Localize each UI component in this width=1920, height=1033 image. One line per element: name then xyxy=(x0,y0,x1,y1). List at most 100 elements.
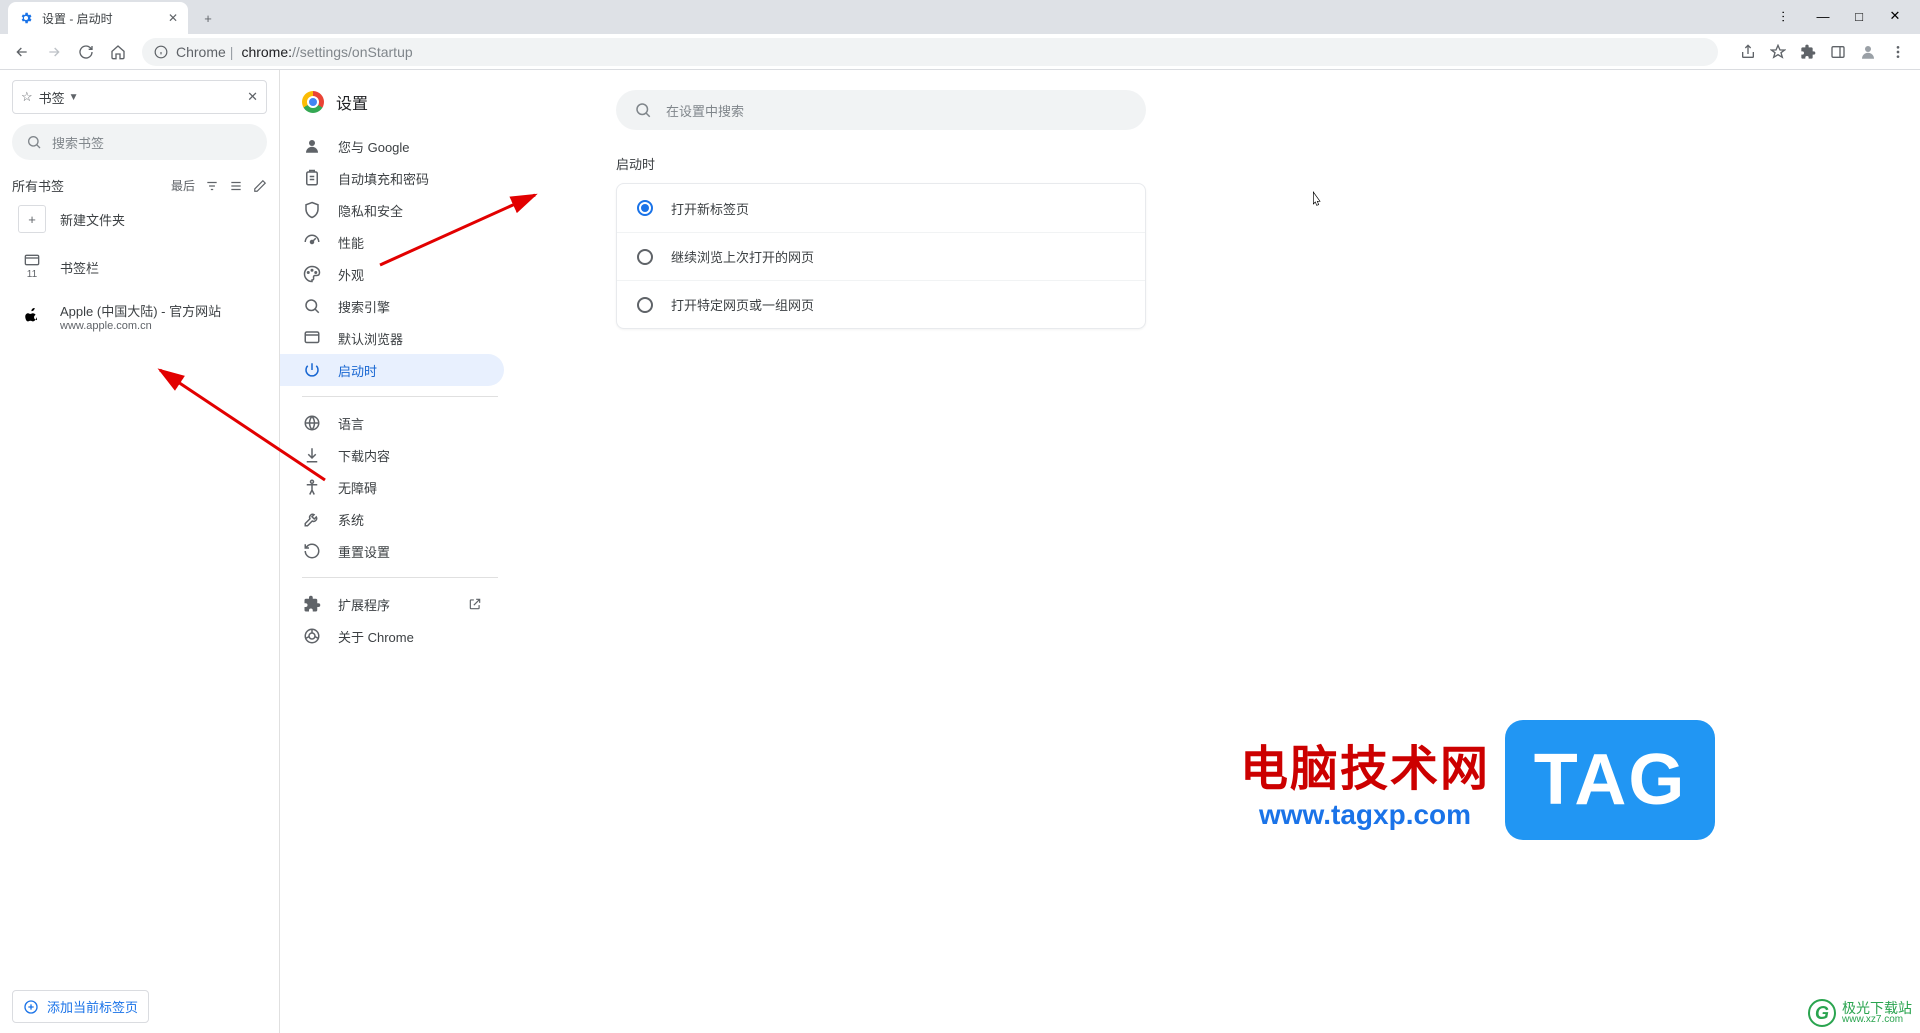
extensions-icon[interactable] xyxy=(1794,38,1822,66)
bookmarks-bar-item[interactable]: 11 书签栏 xyxy=(12,243,267,291)
bookmark-entry-title: Apple (中国大陆) - 官方网站 xyxy=(60,301,221,320)
restore-icon xyxy=(302,542,322,560)
browser-tab[interactable]: 设置 - 启动时 ✕ xyxy=(8,2,188,34)
window-close-icon[interactable]: ✕ xyxy=(1888,8,1902,24)
external-link-icon xyxy=(468,597,482,611)
back-button[interactable] xyxy=(8,38,36,66)
share-icon[interactable] xyxy=(1734,38,1762,66)
option-new-tab-label: 打开新标签页 xyxy=(671,199,749,218)
url-scheme: Chrome xyxy=(176,44,226,60)
browser-icon xyxy=(302,329,322,347)
watermark-tag: TAG xyxy=(1505,720,1715,840)
bookmark-entry-apple[interactable]: Apple (中国大陆) - 官方网站 www.apple.com.cn xyxy=(12,291,267,342)
view-list-icon[interactable] xyxy=(229,179,243,193)
section-title-startup: 启动时 xyxy=(616,154,1146,173)
new-folder-item[interactable]: + 新建文件夹 xyxy=(12,195,267,243)
nav-extensions[interactable]: 扩展程序 xyxy=(280,588,504,620)
bookmarks-menu-label: 书签 xyxy=(39,88,65,107)
nav-downloads[interactable]: 下载内容 xyxy=(280,439,504,471)
gear-icon xyxy=(18,10,34,26)
url-host: chrome: xyxy=(241,44,292,60)
nav-system[interactable]: 系统 xyxy=(280,503,504,535)
radio-icon[interactable] xyxy=(637,297,653,313)
site-info-icon[interactable] xyxy=(154,45,168,59)
nav-about-chrome[interactable]: 关于 Chrome xyxy=(280,620,504,652)
radio-icon[interactable] xyxy=(637,249,653,265)
settings-search[interactable]: 在设置中搜索 xyxy=(616,90,1146,130)
nav-on-startup[interactable]: 启动时 xyxy=(280,354,504,386)
chrome-icon xyxy=(302,627,322,645)
watermark: 电脑技术网 www.tagxp.com TAG xyxy=(1240,720,1715,840)
window-more-icon[interactable]: … xyxy=(1780,9,1795,23)
tab-close-icon[interactable]: ✕ xyxy=(168,11,178,25)
tab-strip: 设置 - 启动时 ✕ + xyxy=(0,0,1920,34)
tab-title: 设置 - 启动时 xyxy=(42,10,113,27)
url-sep: | xyxy=(230,44,234,60)
nav-appearance[interactable]: 外观 xyxy=(280,258,504,290)
new-tab-button[interactable]: + xyxy=(194,4,222,32)
watermark-url: www.tagxp.com xyxy=(1259,799,1471,831)
cursor-pointer-icon xyxy=(1308,190,1324,210)
speedometer-icon xyxy=(302,233,322,251)
nav-performance[interactable]: 性能 xyxy=(280,226,504,258)
add-circle-icon xyxy=(23,999,39,1015)
search-icon xyxy=(302,297,322,315)
person-icon xyxy=(302,137,322,155)
nav-search-engine[interactable]: 搜索引擎 xyxy=(280,290,504,322)
bookmarks-bar-label: 书签栏 xyxy=(60,258,99,277)
bookmarks-search-placeholder: 搜索书签 xyxy=(52,133,104,152)
settings-search-placeholder: 在设置中搜索 xyxy=(666,101,744,120)
window-minimize-icon[interactable]: ― xyxy=(1816,9,1830,24)
corner-watermark: G 极光下载站 www.xz7.com xyxy=(1808,999,1912,1027)
puzzle-icon xyxy=(302,595,322,613)
star-icon: ☆ xyxy=(21,89,33,105)
globe-icon xyxy=(302,414,322,432)
bookmarks-header-row: 所有书签 最后 xyxy=(12,176,267,195)
menu-icon[interactable] xyxy=(1884,38,1912,66)
nav-you-and-google[interactable]: 您与 Google xyxy=(280,130,504,162)
nav-default-browser[interactable]: 默认浏览器 xyxy=(280,322,504,354)
close-panel-icon[interactable]: ✕ xyxy=(247,89,258,105)
chevron-down-icon: ▼ xyxy=(69,92,79,103)
palette-icon xyxy=(302,265,322,283)
settings-title: 设置 xyxy=(336,90,368,114)
bookmark-star-icon[interactable] xyxy=(1764,38,1792,66)
sort-label[interactable]: 最后 xyxy=(171,177,195,194)
nav-reset[interactable]: 重置设置 xyxy=(280,535,504,567)
chrome-logo-icon xyxy=(302,91,324,113)
window-maximize-icon[interactable]: □ xyxy=(1852,9,1866,24)
url-path: //settings/onStartup xyxy=(292,44,413,60)
option-specific-pages[interactable]: 打开特定网页或一组网页 xyxy=(617,280,1145,328)
window-controls: … ― □ ✕ xyxy=(1762,0,1920,32)
plus-icon: + xyxy=(18,205,46,233)
option-continue[interactable]: 继续浏览上次打开的网页 xyxy=(617,232,1145,280)
address-bar[interactable]: Chrome | chrome://settings/onStartup xyxy=(142,38,1718,66)
nav-languages[interactable]: 语言 xyxy=(280,407,504,439)
bookmarks-search[interactable]: 搜索书签 xyxy=(12,124,267,160)
edit-icon[interactable] xyxy=(253,179,267,193)
bookmarks-panel-selector[interactable]: ☆ 书签 ▼ ✕ xyxy=(12,80,267,114)
panel-icon: 11 xyxy=(18,253,46,281)
nav-privacy[interactable]: 隐私和安全 xyxy=(280,194,504,226)
nav-accessibility[interactable]: 无障碍 xyxy=(280,471,504,503)
profile-icon[interactable] xyxy=(1854,38,1882,66)
filter-icon[interactable] xyxy=(205,179,219,193)
nav-autofill[interactable]: 自动填充和密码 xyxy=(280,162,504,194)
settings-nav: 设置 您与 Google 自动填充和密码 隐私和安全 性能 外观 搜索引擎 默认… xyxy=(280,70,520,1033)
add-current-tab-label: 添加当前标签页 xyxy=(47,997,138,1016)
power-icon xyxy=(302,361,322,379)
corner-wm-text1: 极光下载站 xyxy=(1842,1001,1912,1015)
side-panel-icon[interactable] xyxy=(1824,38,1852,66)
option-new-tab[interactable]: 打开新标签页 xyxy=(617,184,1145,232)
browser-toolbar: Chrome | chrome://settings/onStartup xyxy=(0,34,1920,70)
add-current-tab-button[interactable]: 添加当前标签页 xyxy=(12,990,149,1023)
radio-selected-icon[interactable] xyxy=(637,200,653,216)
search-icon xyxy=(634,101,652,119)
settings-header: 设置 xyxy=(280,90,520,114)
forward-button[interactable] xyxy=(40,38,68,66)
home-button[interactable] xyxy=(104,38,132,66)
bookmarks-panel: ☆ 书签 ▼ ✕ 搜索书签 所有书签 最后 + 新建文件夹 11 书签栏 xyxy=(0,70,280,1033)
nav-separator xyxy=(302,577,498,578)
wrench-icon xyxy=(302,510,322,528)
reload-button[interactable] xyxy=(72,38,100,66)
